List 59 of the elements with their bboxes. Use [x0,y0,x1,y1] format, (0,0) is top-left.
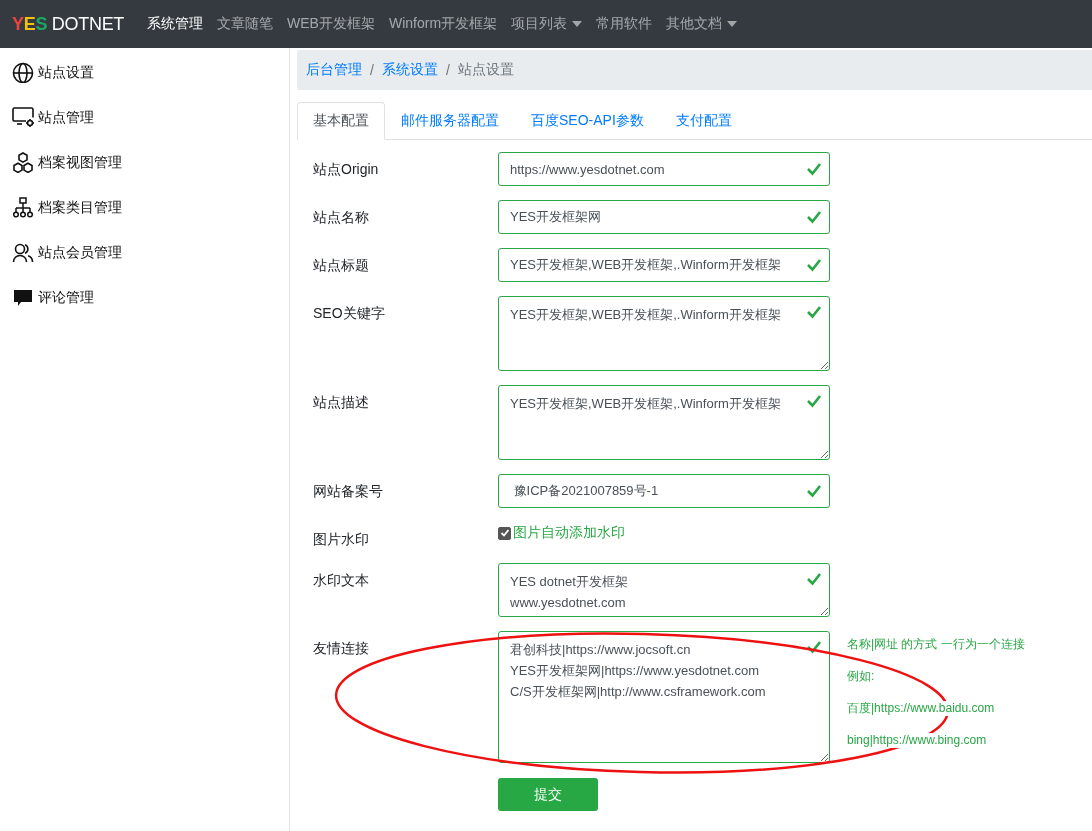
sidebar-item[interactable]: 站点会员管理 [12,242,122,263]
text-area[interactable]: YES开发框架,WEB开发框架,.Winform开发框架 [498,385,830,460]
nav-link[interactable]: 常用软件 [589,15,660,33]
text-area[interactable]: YES dotnet开发框架 www.yesdotnet.com [498,563,830,617]
check-icon [806,304,822,320]
nav-link[interactable]: Winform开发框架 [381,15,505,33]
help-text: 百度|https://www.baidu.com [847,701,995,716]
check-icon [806,571,822,587]
input-field[interactable]: https://www.yesdotnet.com [498,152,830,186]
field-label: 网站备案号 [313,482,384,501]
check-icon [806,483,822,499]
help-text: 名称|网址 的方式 一行为一个连接 [847,637,1025,652]
field-label: 站点名称 [313,208,370,227]
text-area[interactable]: YES开发框架,WEB开发框架,.Winform开发框架 [498,296,830,371]
sidebar-item[interactable]: 档案视图管理 [12,152,122,173]
field-label: 站点标题 [313,256,370,275]
sidebar-item[interactable]: 站点设置 [12,62,94,83]
caret-icon [572,21,583,27]
tab[interactable]: 邮件服务器配置 [385,102,515,140]
text-area[interactable]: 君创科技|https://www.jocsoft.cn YES开发框架网|https://www.yesdotnet.com C/S开发框架网|http://www.csframework.com [498,631,830,763]
monitor-gear-icon [12,107,34,128]
nav-link[interactable]: 系统管理 [140,15,211,33]
check-icon [806,257,822,273]
breadcrumb-current: 站点设置 [457,61,514,79]
field-label: 站点描述 [313,393,370,412]
input-field[interactable]: 豫ICP备2021007859号-1 [498,474,830,508]
field-label: 站点Origin [313,160,380,179]
input-field[interactable]: YES开发框架,WEB开发框架,.Winform开发框架 [498,248,830,282]
field-label: 友情连接 [313,639,370,658]
tab[interactable]: 基本配置 [297,102,385,140]
comment-icon [12,287,34,308]
nav-link[interactable]: 项目列表 [504,15,590,33]
check-icon [806,161,822,177]
check-icon [806,639,822,655]
logo[interactable]: YES DOTNET [12,13,125,35]
tab[interactable]: 百度SEO-API参数 [515,102,660,140]
input-field[interactable]: YES开发框架网 [498,200,830,234]
check-icon [806,393,822,409]
field-label: 水印文本 [313,571,370,590]
people-icon [12,242,34,263]
hierarchy-icon [12,197,34,218]
help-text: 例如: [847,669,875,684]
help-text: bing|https://www.bing.com [847,733,987,748]
check-icon [806,209,822,225]
checkbox[interactable] [498,526,511,540]
globe-icon [12,62,34,83]
caret-icon [727,21,738,27]
tab[interactable]: 支付配置 [659,102,748,140]
breadcrumb-separator: / [445,62,450,78]
breadcrumb-separator: / [370,62,374,78]
field-label: SEO关键字 [313,304,386,323]
nav-link[interactable]: 文章随笔 [210,15,281,33]
nav-link[interactable]: 其他文档 [659,15,745,33]
field-label: 图片水印 [313,530,370,549]
sidebar-item[interactable]: 站点管理 [12,107,94,128]
hexagons-icon [12,152,34,173]
sidebar-item[interactable]: 档案类目管理 [12,197,122,218]
sidebar-item[interactable]: 评论管理 [12,287,94,308]
nav-link[interactable]: WEB开发框架 [280,15,382,33]
